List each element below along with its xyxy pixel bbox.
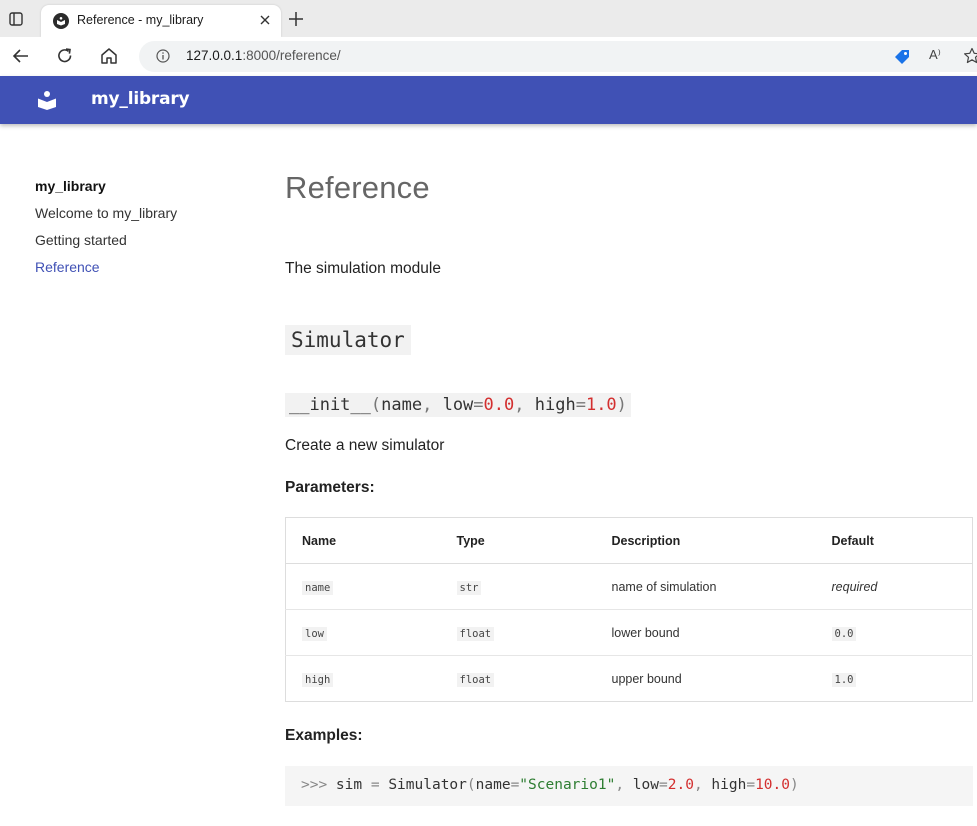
browser-tab[interactable]: Reference - my_library <box>41 5 281 37</box>
table-row: high float upper bound 1.0 <box>285 655 973 702</box>
nav-item-getting-started[interactable]: Getting started <box>35 232 177 259</box>
sig-low-default: 0.0 <box>483 395 515 415</box>
code-str-scenario: "Scenario1" <box>519 777 616 793</box>
param-default-cell: 1.0 <box>815 655 973 702</box>
sig-high-default: 1.0 <box>585 395 617 415</box>
param-description: upper bound <box>595 655 816 702</box>
param-type-cell: float <box>440 609 596 656</box>
nav-item-welcome[interactable]: Welcome to my_library <box>35 205 177 232</box>
url-path: :8000/reference/ <box>242 48 341 63</box>
tab-actions-icon[interactable] <box>6 9 26 29</box>
url-host: 127.0.0.1 <box>186 48 243 63</box>
param-name: high <box>302 672 334 687</box>
parameters-table: Name Type Description Default name str n… <box>285 517 973 702</box>
page-title: Reference <box>285 170 430 205</box>
sig-sep: , <box>514 395 535 415</box>
function-description: Create a new simulator <box>285 437 445 454</box>
param-type: str <box>456 580 482 595</box>
sig-close-paren: ) <box>616 395 627 415</box>
browser-toolbar: 127.0.0.1:8000/reference/ A⁾ <box>0 37 977 77</box>
param-description: name of simulation <box>595 563 816 610</box>
code-call: Simulator <box>379 777 467 793</box>
code-sep: , <box>615 777 633 793</box>
param-name-cell: name <box>285 563 441 610</box>
class-heading: Simulator <box>285 325 411 355</box>
shopping-tag-icon[interactable] <box>892 47 912 67</box>
code-open-paren: ( <box>466 777 476 793</box>
site-brand[interactable]: my_library <box>91 89 190 109</box>
param-type: float <box>456 672 495 687</box>
example-code-block: >>> sim = Simulator(name="Scenario1", lo… <box>285 766 973 806</box>
param-default: 1.0 <box>831 672 857 687</box>
nav-item-reference[interactable]: Reference <box>35 259 177 286</box>
read-aloud-icon[interactable]: A⁾ <box>929 47 941 63</box>
sig-eq: = <box>575 395 586 415</box>
code-var: sim <box>327 777 371 793</box>
param-description: lower bound <box>595 609 816 656</box>
param-name: low <box>302 626 327 641</box>
sig-arg-high: high <box>534 395 576 415</box>
param-default-cell: 0.0 <box>815 609 973 656</box>
param-type: float <box>456 626 495 641</box>
module-description: The simulation module <box>285 260 441 277</box>
favorite-star-icon[interactable] <box>963 47 977 65</box>
site-header: my_library <box>0 76 977 124</box>
code-eq: = <box>746 777 756 793</box>
table-row: low float lower bound 0.0 <box>285 609 973 656</box>
address-bar[interactable]: 127.0.0.1:8000/reference/ A⁾ <box>139 41 977 72</box>
sig-sep: , <box>422 395 443 415</box>
sig-eq: = <box>473 395 484 415</box>
param-default: 0.0 <box>831 626 857 641</box>
code-kw-high: high <box>711 777 747 793</box>
library-logo-icon[interactable] <box>37 90 57 110</box>
code-close-paren: ) <box>789 777 799 793</box>
browser-tabstrip: Reference - my_library <box>0 0 977 37</box>
sig-open-paren: ( <box>370 395 382 415</box>
parameters-heading: Parameters: <box>285 479 375 496</box>
column-header-name: Name <box>285 517 441 564</box>
code-eq: = <box>370 777 380 793</box>
table-row: name str name of simulation required <box>285 563 973 610</box>
table-header-row: Name Type Description Default <box>285 517 973 564</box>
url-text[interactable]: 127.0.0.1:8000/reference/ <box>186 48 341 63</box>
code-prompt: >>> <box>301 777 328 793</box>
home-icon[interactable] <box>99 46 119 66</box>
site-favicon-icon <box>53 13 69 29</box>
docs-navigation: my_library Welcome to my_library Getting… <box>35 178 177 286</box>
tab-title: Reference - my_library <box>77 13 204 27</box>
code-eq: = <box>510 777 520 793</box>
code-sep: , <box>693 777 712 793</box>
sig-func: __init__ <box>289 395 371 415</box>
sig-arg-low: low <box>442 395 474 415</box>
column-header-default: Default <box>815 517 973 564</box>
site-info-icon[interactable] <box>156 49 170 63</box>
main-content: Reference The simulation module Simulato… <box>285 170 973 806</box>
new-tab-icon[interactable] <box>288 11 304 27</box>
reload-icon[interactable] <box>55 46 75 66</box>
column-header-type: Type <box>440 517 596 564</box>
param-name-cell: low <box>285 609 441 656</box>
param-name-cell: high <box>285 655 441 702</box>
example-code: >>> sim = Simulator(name="Scenario1", lo… <box>301 777 799 793</box>
param-type-cell: float <box>440 655 596 702</box>
code-num-low: 2.0 <box>667 777 694 793</box>
column-header-description: Description <box>595 517 816 564</box>
function-signature: __init__(name, low=0.0, high=1.0) <box>285 393 631 417</box>
code-kw-low: low <box>632 777 659 793</box>
code-num-high: 10.0 <box>755 777 790 793</box>
param-type-cell: str <box>440 563 596 610</box>
sig-arg-name: name <box>381 395 423 415</box>
param-name: name <box>302 580 334 595</box>
param-default: required <box>815 563 973 610</box>
nav-title: my_library <box>35 178 106 194</box>
examples-heading: Examples: <box>285 727 363 744</box>
back-icon[interactable] <box>11 46 31 66</box>
close-tab-icon[interactable] <box>258 13 272 27</box>
code-eq: = <box>659 777 668 793</box>
code-kw-name: name <box>475 777 511 793</box>
